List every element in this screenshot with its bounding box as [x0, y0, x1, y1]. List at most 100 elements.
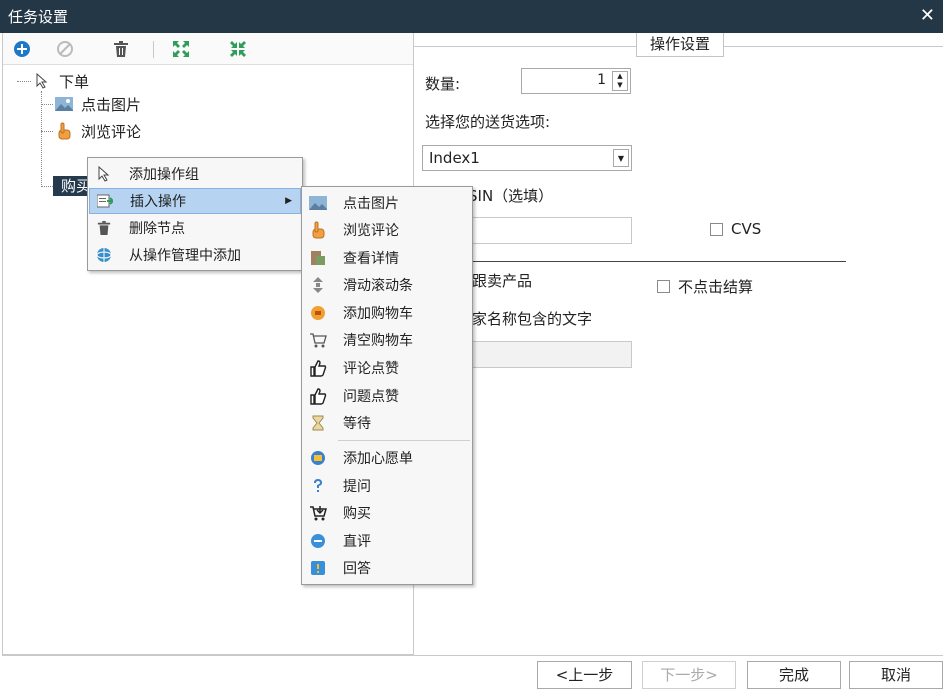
submenu-item-buy[interactable]: 购买: [303, 500, 471, 526]
tree-connector: [17, 81, 31, 82]
next-button[interactable]: 下一步>: [642, 661, 736, 689]
checkbox-box[interactable]: [657, 280, 670, 293]
image-icon: [55, 95, 73, 113]
toolbar-separator: [153, 41, 154, 58]
asin-label: SIN（选填）: [468, 187, 554, 205]
menu-item-label: 查看详情: [343, 251, 399, 267]
menu-item-label: 插入操作: [130, 194, 186, 210]
follow-label: 跟卖产品: [472, 272, 533, 290]
collapse-all-button[interactable]: [227, 38, 249, 60]
trash-icon: [114, 41, 128, 57]
submenu-item-answer[interactable]: 回答: [303, 555, 471, 581]
window-title: 任务设置: [8, 8, 69, 26]
menu-item-label: 评论点赞: [343, 361, 399, 377]
answer-icon: [309, 559, 327, 577]
quantity-label: 数量:: [425, 75, 461, 93]
menu-item-label: 回答: [343, 561, 371, 577]
expand-all-button[interactable]: [170, 38, 192, 60]
finish-button[interactable]: 完成: [747, 661, 841, 689]
menu-item-label: 清空购物车: [343, 333, 413, 349]
menu-item-add-from-manager[interactable]: 从操作管理中添加: [89, 242, 301, 268]
image-icon: [309, 194, 327, 212]
thumbs-up-icon: [309, 359, 327, 377]
close-icon[interactable]: ✕: [920, 5, 935, 26]
globe-icon: [95, 246, 113, 264]
submenu-item-empty-cart[interactable]: 清空购物车: [303, 327, 471, 353]
add-circle-icon: [14, 41, 30, 57]
add-cart-icon: [309, 304, 327, 322]
delivery-label: 选择您的送货选项:: [425, 113, 551, 131]
cancel-button[interactable]: 取消: [849, 661, 943, 689]
tree-node-label: 点击图片: [81, 95, 142, 114]
menu-item-label: 添加操作组: [129, 167, 199, 183]
menu-item-label: 添加购物车: [343, 306, 413, 322]
menu-item-label: 等待: [343, 416, 371, 432]
prev-button[interactable]: <上一步: [537, 661, 632, 689]
tree-node-click-image[interactable]: 点击图片: [55, 93, 141, 115]
disable-button[interactable]: [54, 38, 76, 60]
add-button[interactable]: [11, 38, 33, 60]
menu-item-insert[interactable]: 插入操作 ▶: [89, 188, 301, 214]
submenu-item-scroll[interactable]: 滑动滚动条: [303, 272, 471, 298]
menu-item-label: 购买: [343, 506, 371, 522]
menu-item-add-group[interactable]: 添加操作组: [89, 161, 301, 187]
tree-node-browse-reviews[interactable]: 浏览评论: [55, 120, 141, 142]
context-menu: 添加操作组 插入操作 ▶ 删除节点 从操作管理中添加: [87, 157, 303, 271]
footer-bar: <上一步 下一步> 完成 取消: [2, 655, 943, 692]
tree-connector: [41, 186, 53, 187]
seller-input[interactable]: [454, 341, 632, 368]
menu-item-label: 浏览评论: [343, 223, 399, 239]
asin-input[interactable]: [454, 217, 632, 244]
submenu-item-browse-reviews[interactable]: 浏览评论: [303, 217, 471, 243]
cvs-checkbox[interactable]: CVS: [710, 220, 761, 238]
submenu-item-wait[interactable]: 等待: [303, 410, 471, 436]
submenu-item-like-review[interactable]: 评论点赞: [303, 355, 471, 381]
menu-item-label: 删除节点: [129, 221, 185, 237]
settings-pane: 操作设置 数量: 1 ▲ ▼ 选择您的送货选项: Index1 ▼ SIN（选填…: [414, 33, 943, 655]
divider: [454, 261, 846, 262]
submenu-item-like-question[interactable]: 问题点赞: [303, 383, 471, 409]
menu-item-label: 添加心愿单: [343, 451, 413, 467]
menu-item-label: 问题点赞: [343, 389, 399, 405]
disabled-circle-icon: [57, 41, 73, 57]
submenu-item-ask[interactable]: 提问: [303, 473, 471, 499]
thumbs-up-icon: [309, 387, 327, 405]
cursor-icon: [33, 72, 51, 90]
question-icon: [309, 477, 327, 495]
chevron-down-icon[interactable]: ▼: [613, 149, 629, 167]
scroll-icon: [309, 276, 327, 294]
delivery-selected: Index1: [429, 149, 480, 167]
hourglass-icon: [309, 414, 327, 432]
hand-icon: [309, 221, 327, 239]
menu-item-label: 从操作管理中添加: [129, 248, 241, 264]
quantity-value: 1: [597, 72, 606, 88]
chevron-up-icon[interactable]: ▲: [613, 72, 627, 81]
menu-item-label: 提问: [343, 479, 371, 495]
comment-icon: [309, 532, 327, 550]
tree-connector: [41, 131, 53, 132]
no-checkout-label: 不点击结算: [678, 278, 754, 296]
quantity-stepper[interactable]: 1 ▲ ▼: [521, 68, 631, 94]
submenu-item-add-wishlist[interactable]: 添加心愿单: [303, 445, 471, 471]
submenu-arrow-icon: ▶: [285, 196, 292, 206]
submenu-item-view-details[interactable]: 查看详情: [303, 245, 471, 271]
delivery-select[interactable]: Index1 ▼: [422, 145, 632, 171]
wishlist-icon: [309, 449, 327, 467]
cvs-label: CVS: [731, 220, 762, 238]
tab-settings[interactable]: 操作设置: [636, 33, 724, 57]
submenu-item-click-image[interactable]: 点击图片: [303, 190, 471, 216]
submenu-item-add-cart[interactable]: 添加购物车: [303, 300, 471, 326]
menu-item-delete[interactable]: 删除节点: [89, 215, 301, 241]
menu-item-label: 直评: [343, 534, 371, 550]
tree-node-label: 浏览评论: [81, 122, 142, 141]
submenu-item-direct-review[interactable]: 直评: [303, 528, 471, 554]
stepper-arrows[interactable]: ▲ ▼: [612, 71, 628, 91]
tree-node-root[interactable]: 下单: [33, 70, 89, 92]
chevron-down-icon[interactable]: ▼: [613, 81, 627, 90]
cursor-icon: [95, 165, 113, 183]
no-checkout-checkbox[interactable]: 不点击结算: [657, 276, 753, 297]
delete-button[interactable]: [110, 38, 132, 60]
hand-icon: [55, 122, 73, 140]
details-icon: [309, 249, 327, 267]
checkbox-box[interactable]: [710, 222, 723, 236]
